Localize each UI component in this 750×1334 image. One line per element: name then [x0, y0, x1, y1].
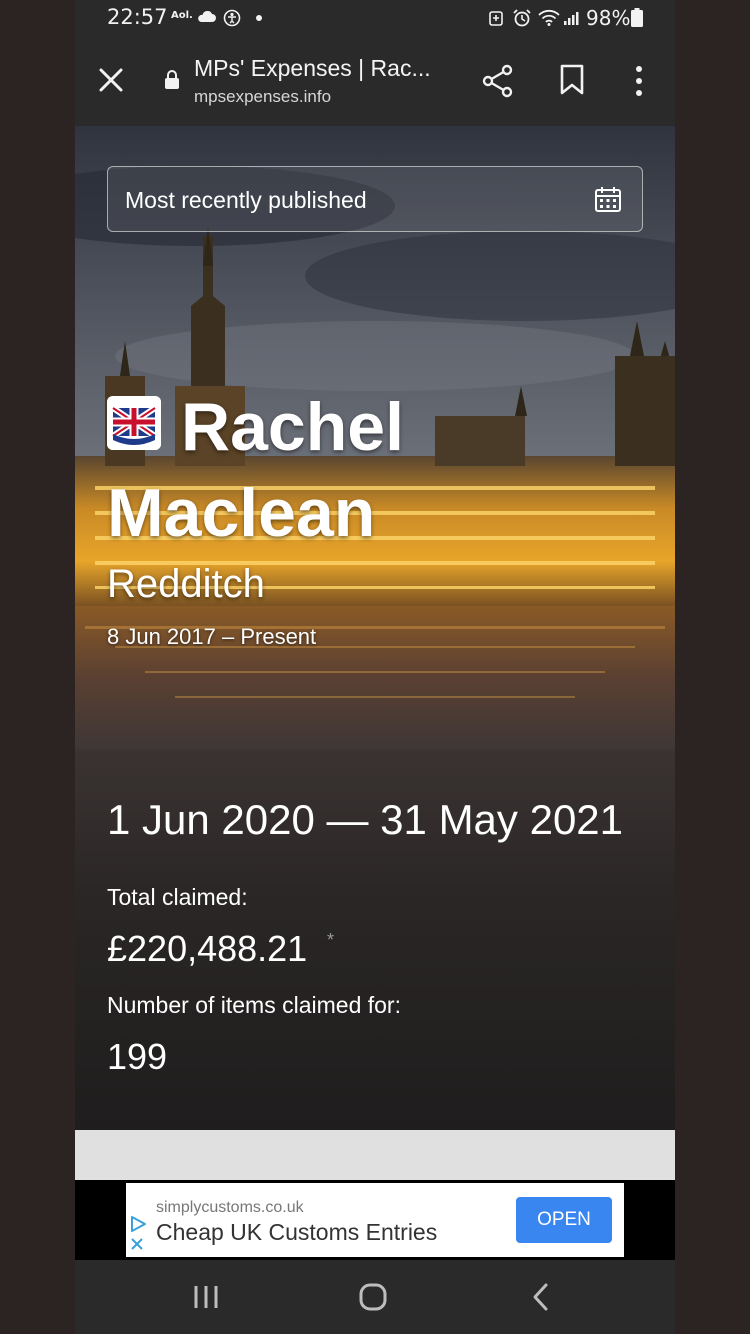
- items-claimed-value: 199: [107, 1036, 168, 1077]
- ad-close-icon[interactable]: [130, 1237, 144, 1251]
- wifi-icon: [538, 9, 560, 26]
- adchoices-icon[interactable]: [129, 1215, 147, 1233]
- aol-notification-icon: Aol.: [171, 10, 193, 21]
- mp-name-heading: Rachel Maclean: [107, 389, 404, 551]
- ad-headline[interactable]: Cheap UK Customs Entries: [156, 1219, 437, 1246]
- content-divider: [75, 1130, 675, 1180]
- alarm-icon: [513, 9, 531, 27]
- more-options-icon[interactable]: [631, 64, 647, 98]
- ad-open-button[interactable]: OPEN: [516, 1197, 612, 1243]
- hero-banner: Most recently published Rachel Maclean R…: [75, 126, 675, 750]
- expenses-summary: 1 Jun 2020 — 31 May 2021 Total claimed: …: [75, 750, 675, 1130]
- ad-container[interactable]: simplycustoms.co.uk Cheap UK Customs Ent…: [126, 1183, 624, 1257]
- battery-icon: [631, 8, 643, 27]
- calendar-icon: [595, 187, 621, 212]
- home-icon[interactable]: [358, 1282, 388, 1312]
- term-dates: 8 Jun 2017 – Present: [107, 624, 317, 649]
- back-icon[interactable]: [531, 1282, 551, 1312]
- signal-icon: [564, 12, 579, 25]
- battery-percent: 98%: [586, 6, 631, 30]
- bookmark-icon[interactable]: [559, 64, 585, 96]
- ad-banner: simplycustoms.co.uk Cheap UK Customs Ent…: [75, 1180, 675, 1260]
- close-icon[interactable]: [97, 66, 127, 96]
- lock-icon: [165, 70, 179, 89]
- expense-period: 1 Jun 2020 — 31 May 2021: [107, 796, 624, 843]
- accessibility-icon: [223, 9, 241, 27]
- total-footnote-marker[interactable]: *: [327, 930, 334, 951]
- notification-dot-icon: [256, 15, 262, 21]
- filter-selected-label: Most recently published: [125, 187, 367, 213]
- cloud-icon: [198, 11, 216, 22]
- constituency-label: Redditch: [107, 562, 265, 606]
- status-bar: 22:57 Aol. 98%: [75, 0, 675, 36]
- recent-apps-icon[interactable]: [192, 1282, 220, 1312]
- page-url[interactable]: mpsexpenses.info: [194, 87, 331, 107]
- share-icon[interactable]: [481, 64, 515, 98]
- items-claimed-label: Number of items claimed for:: [107, 992, 401, 1018]
- page-title[interactable]: MPs' Expenses | Rac...: [194, 55, 431, 82]
- browser-toolbar: MPs' Expenses | Rac... mpsexpenses.info: [75, 36, 675, 126]
- phone-screen: 22:57 Aol. 98% MPs' Expenses | Rac... mp…: [75, 0, 675, 1334]
- total-claimed-label: Total claimed:: [107, 884, 248, 910]
- ad-domain: simplycustoms.co.uk: [156, 1199, 304, 1216]
- total-claimed-value: £220,488.21: [107, 928, 308, 969]
- status-time: 22:57: [107, 5, 168, 29]
- publication-filter-dropdown[interactable]: Most recently published: [107, 166, 643, 232]
- system-navigation-bar: [75, 1260, 675, 1334]
- battery-saver-icon: [489, 11, 503, 26]
